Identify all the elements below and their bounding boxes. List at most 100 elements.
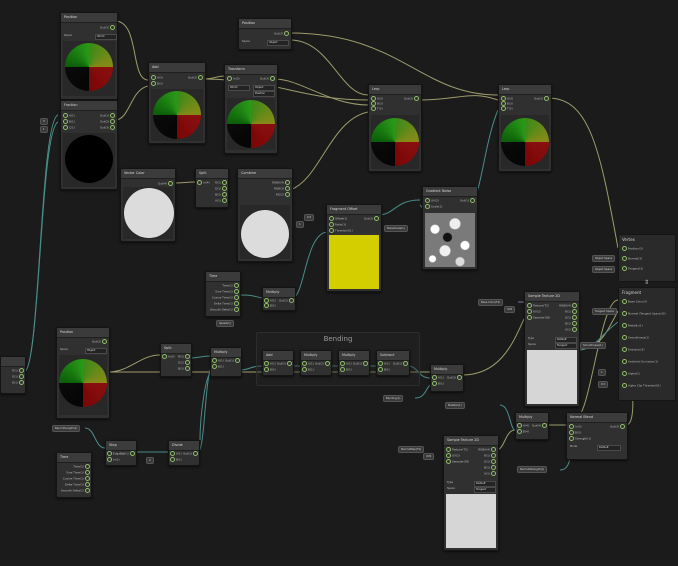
in-port[interactable]: B(1) (340, 367, 352, 372)
normal-blend-node[interactable]: Normal Blend In(3) B(3) Strength(1) Out(… (566, 412, 628, 460)
fragment-block[interactable]: Fragment Base Color(3) Normal (Tangent S… (618, 287, 676, 401)
normal-strength-property[interactable]: NormalStrength(1) (517, 466, 548, 473)
fragment-slot[interactable]: Ambient Occlusion(1) (622, 359, 658, 364)
fragment-slot[interactable]: Normal (Tangent Space)(3) (622, 311, 666, 316)
smoothness-property[interactable]: Smoothness(1) (580, 342, 606, 349)
fraction-node[interactable]: Fraction A(1) B(1) C(1) Out(1) Out(2) Ou… (60, 100, 118, 190)
in-port[interactable]: B(1) (170, 457, 182, 462)
in-port[interactable]: B(3) (569, 430, 581, 435)
in-port[interactable]: Ratio(1) (329, 222, 346, 227)
out-port[interactable]: A(1) (484, 471, 496, 476)
fragment-slot[interactable]: Alpha(1) (622, 371, 640, 376)
multiply-node-bend-input[interactable]: Multiply A(1) B(1) Out(1) (210, 347, 242, 377)
in-port[interactable]: Offset(1) (329, 216, 347, 221)
inline-value-offset[interactable]: 0.5 (304, 214, 315, 221)
out-port[interactable]: Cosine Time(1) (63, 476, 90, 481)
in-port[interactable]: B(1) (264, 303, 276, 308)
noise-scale-property[interactable]: NoiseScale(1) (384, 225, 408, 232)
fragment-slot[interactable]: Smoothness(1) (622, 335, 649, 340)
lerp-node-top[interactable]: Lerp A(3) B(3) T(3) Out(3) (498, 84, 552, 172)
position-node-top[interactable]: Position Out(3) Space World (60, 12, 118, 100)
in-port[interactable]: A(1) (264, 361, 276, 366)
out-port[interactable]: Out(3) (534, 96, 549, 101)
fragment-alpha-input[interactable]: 1 (598, 369, 606, 376)
split-node[interactable]: Split In(4) R(1) G(1) B(1) A(1) (195, 168, 229, 208)
out-port[interactable]: B(1) (484, 465, 496, 470)
out-port[interactable]: R(1) (565, 309, 577, 314)
time-node-2[interactable]: Time Time(1) Sine Time(1) Cosine Time(1)… (56, 452, 92, 498)
out-port[interactable]: G(1) (215, 186, 227, 191)
multiply-node-normal[interactable]: Multiply A(4) B(4) Out(4) (515, 412, 549, 440)
in-port[interactable]: B(4) (517, 429, 529, 434)
fragment-slot[interactable]: Base Color(3) (622, 299, 647, 304)
in-port[interactable]: B(3) (151, 81, 163, 86)
out-port[interactable]: R(1) (12, 368, 24, 373)
out-port[interactable]: Out(1) (393, 361, 408, 366)
in-port[interactable]: UV(2) (425, 198, 439, 203)
base-color-property[interactable]: Base Color(T2) (478, 299, 504, 306)
divide-node[interactable]: Divide A(1) B(1) Out(1) (168, 440, 200, 466)
out-port[interactable]: Out(1) (460, 198, 475, 203)
in-port[interactable]: In(1) (107, 457, 120, 462)
out-port[interactable]: Out(4) (532, 423, 547, 428)
uv-value[interactable]: UV0 (504, 306, 516, 313)
out-port[interactable]: Out(1) (315, 361, 330, 366)
in-port[interactable]: B(1) (63, 119, 75, 124)
vertex-normal-slot[interactable]: Normal(3) (622, 256, 642, 261)
gradient-noise-node[interactable]: Gradient Noise UV(2) Scale(1) Out(1) (422, 186, 478, 270)
out-port[interactable]: Out(1) (225, 358, 240, 363)
normal-map-property[interactable]: NormalMap(T2) (398, 446, 425, 453)
out-port[interactable]: Out(2) (100, 119, 115, 124)
in-port[interactable]: A(3) (151, 75, 163, 80)
multiply-node-time[interactable]: Multiply A(1) B(1) Out(1) (262, 287, 296, 311)
out-port[interactable]: Smooth Delta(1) (61, 488, 90, 493)
in-port[interactable]: B(1) (212, 364, 224, 369)
vertex-tangent-input[interactable]: Object Space (592, 266, 616, 273)
combine-node[interactable]: Combine RGBA(4) RGB(3) RG(2) (237, 168, 293, 262)
out-port[interactable]: Sine Time(1) (215, 289, 239, 294)
out-port[interactable]: Out(3) (610, 424, 625, 429)
in-port[interactable]: In(3) (162, 354, 175, 359)
out-port[interactable]: R(1) (178, 354, 190, 359)
mode-dropdown[interactable]: Default (597, 445, 621, 451)
in-port[interactable]: A(4) (517, 423, 529, 428)
split-node-position[interactable]: Split In(3) R(1) G(1) B(1) (160, 343, 192, 377)
in-port[interactable]: A(1) (212, 358, 224, 363)
lerp-node-mid[interactable]: Lerp A(3) B(3) T(3) Out(3) (368, 84, 422, 172)
out-port[interactable]: Out(1) (279, 298, 294, 303)
out-port[interactable]: Cosine Time(1) (212, 295, 239, 300)
in-port[interactable]: A(1) (63, 113, 75, 118)
fragment-alpha-clip-input[interactable]: 0.5 (598, 381, 609, 388)
speed-property[interactable]: Speed(1) (216, 320, 234, 327)
out-port[interactable]: B(1) (215, 192, 227, 197)
out-port[interactable]: G(1) (565, 315, 577, 320)
out-port[interactable]: Out(1) (353, 361, 368, 366)
in-port[interactable]: B(1) (302, 367, 314, 372)
in-port[interactable]: B(1) (432, 381, 444, 386)
out-port[interactable]: RGBA(4) (559, 303, 577, 308)
step-node[interactable]: Step Edge(1) In(1) Out(1) (105, 440, 137, 466)
vertex-position-slot[interactable]: Position(3) (622, 246, 643, 251)
metallic-property[interactable]: Metallic(1) (445, 402, 465, 409)
in-port[interactable]: In(4) (197, 180, 210, 185)
position-node-left[interactable]: Position Out(3) Space Object (56, 327, 110, 419)
resize-handle-icon[interactable]: ⇕ (644, 279, 649, 286)
out-port[interactable]: RGB(3) (274, 186, 290, 191)
out-port[interactable]: Smooth Delta(1) (210, 307, 239, 312)
inline-value-ratio[interactable]: 1 (296, 221, 304, 228)
space-dropdown[interactable]: Tangent (555, 343, 577, 349)
out-port[interactable]: Out(1) (100, 113, 115, 118)
out-port[interactable]: Out(3) (404, 96, 419, 101)
space-dropdown[interactable]: World (95, 34, 117, 40)
fragment-slot[interactable]: Metallic(1) (622, 323, 643, 328)
out-port[interactable]: Out(1) (277, 361, 292, 366)
out-port[interactable]: Out(3) (364, 216, 379, 221)
out-port[interactable]: Out(3) (274, 31, 289, 36)
vertex-block[interactable]: Vertex Position(3) Normal(3) Tangent(3) (618, 234, 676, 282)
out-port[interactable]: Time(1) (222, 283, 239, 288)
in-port[interactable]: A(1) (378, 361, 390, 366)
in-port[interactable]: UV(2) (527, 309, 541, 314)
in-port[interactable]: A(1) (432, 375, 444, 380)
space-dropdown[interactable]: Object (267, 40, 289, 46)
add-node[interactable]: Add A(3) B(3) Out(3) (148, 62, 206, 144)
